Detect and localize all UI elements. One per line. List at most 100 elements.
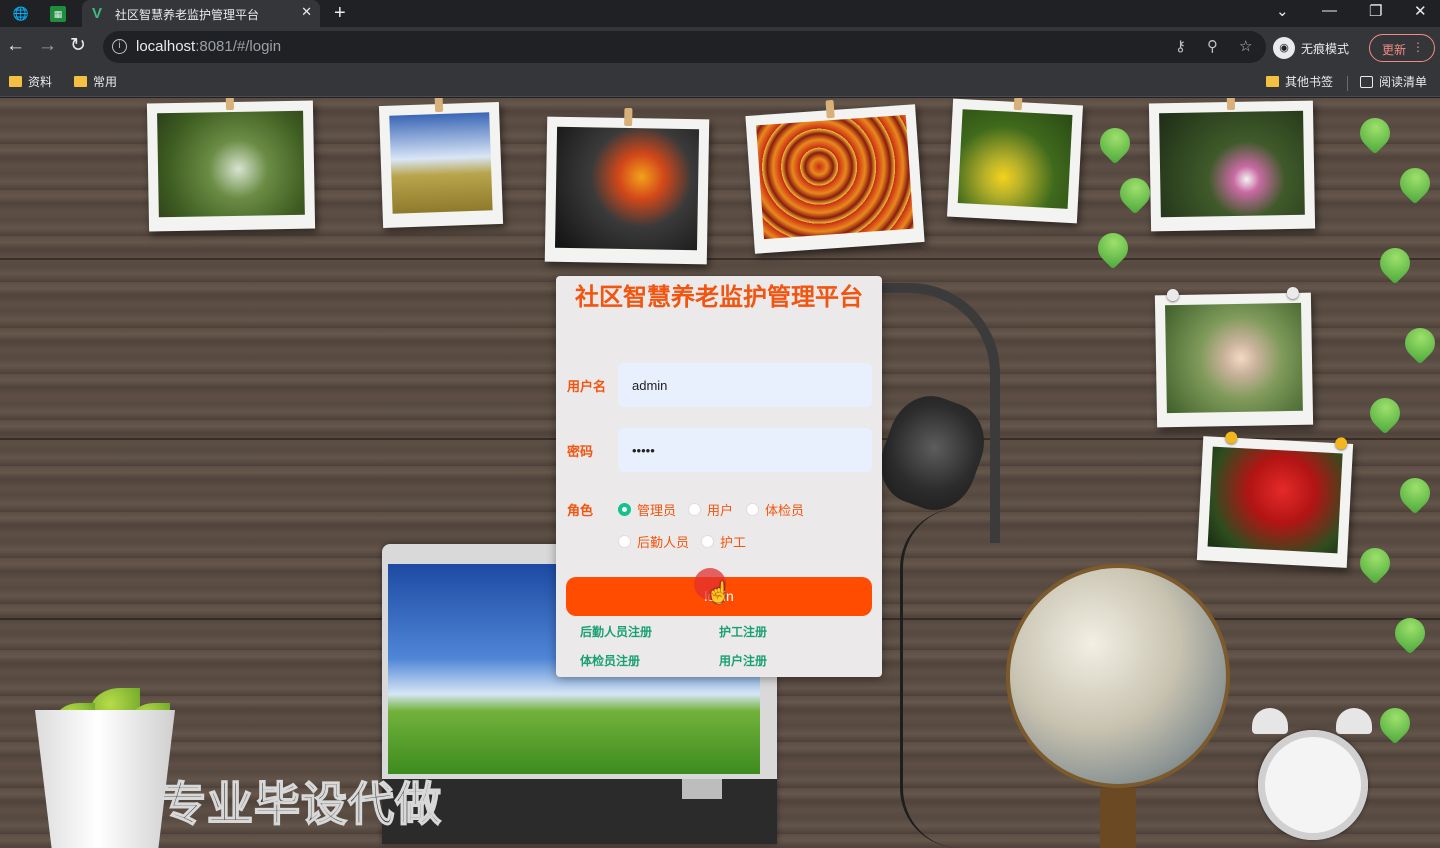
bookmark-folder[interactable]: 常用: [74, 73, 117, 90]
role-option-label: 管理员: [637, 504, 677, 519]
vine-leaf: [1373, 701, 1417, 745]
browser-globe-icon[interactable]: 🌐: [11, 4, 31, 24]
photo-autumn-leaves: [745, 99, 925, 254]
password-label: 密码: [567, 445, 594, 460]
clock-face: [1258, 730, 1368, 840]
role-radio-caregiver[interactable]: 护工: [701, 532, 746, 551]
password-key-icon[interactable]: ⚷: [1175, 37, 1186, 55]
role-radio-admin[interactable]: 管理员: [618, 500, 676, 519]
photo-pin: [1166, 288, 1179, 302]
user-register-link[interactable]: 用户注册: [719, 652, 767, 669]
tab-title: 社区智慧养老监护管理平台: [115, 8, 260, 22]
login-title: 社区智慧养老监护管理平台: [575, 283, 863, 311]
photo-child: [1154, 286, 1314, 428]
alarm-clock: [1252, 708, 1372, 848]
globe: [1010, 568, 1226, 784]
vine-leaf: [1353, 541, 1397, 585]
photo-clip: [624, 107, 633, 127]
role-label: 角色: [567, 504, 594, 519]
active-tab[interactable]: V 社区智慧养老监护管理平台 ✕: [82, 0, 320, 27]
browser-tab-strip: 🌐 ▦ V 社区智慧养老监护管理平台 ✕ + ⌄ — ❐ ✕: [0, 0, 1440, 27]
vine-leaf: [1091, 226, 1135, 270]
radio-dot[interactable]: [618, 503, 631, 516]
role-option-label: 后勤人员: [637, 536, 690, 551]
forward-icon[interactable]: →: [38, 36, 57, 56]
password-input[interactable]: [618, 428, 872, 472]
menu-dots-icon[interactable]: ⋮: [1412, 40, 1424, 54]
bookmark-star-icon[interactable]: ☆: [1239, 37, 1252, 55]
window-close-icon[interactable]: ✕: [1414, 2, 1427, 20]
back-icon[interactable]: ←: [6, 36, 25, 56]
photo-pin: [1286, 286, 1299, 300]
radio-dot[interactable]: [618, 535, 631, 548]
photo-wheat-field: [378, 98, 504, 229]
radio-dot[interactable]: [688, 503, 701, 516]
photo-image: [1165, 302, 1303, 414]
caregiver-register-link[interactable]: 护工注册: [719, 623, 767, 640]
folder-icon: [9, 76, 22, 87]
browser-toolbar: ← → ↻ i localhost:8081/#/login ⚷ ⚲ ☆ ◉ 无…: [0, 27, 1440, 67]
site-info-icon[interactable]: i: [112, 39, 127, 54]
url-path: :8081/#/login: [195, 38, 282, 55]
bookmark-label: 资料: [28, 75, 53, 89]
photo-yellow-flowers: [947, 98, 1083, 224]
plant-pot: [35, 710, 175, 848]
vine-leaf: [1093, 121, 1137, 165]
photo-pin: [1225, 431, 1238, 444]
sheet-tab-icon[interactable]: ▦: [50, 6, 66, 22]
incognito-profile[interactable]: ◉ 无痕模式: [1273, 36, 1349, 60]
bookmark-label: 常用: [93, 75, 118, 89]
zoom-icon[interactable]: ⚲: [1207, 37, 1218, 55]
photo-image: [1159, 110, 1305, 218]
radio-dot[interactable]: [701, 535, 714, 548]
photo-image: [389, 112, 493, 214]
bookmark-folder[interactable]: 资料: [9, 73, 52, 90]
url-text[interactable]: localhost:8081/#/login: [136, 38, 281, 55]
restore-icon[interactable]: ❐: [1369, 2, 1382, 20]
photo-image: [756, 114, 914, 240]
vine-leaf: [1363, 391, 1407, 435]
role-option-label: 体检员: [765, 504, 805, 519]
vine-leaf: [1373, 241, 1417, 285]
vine-leaf: [1353, 111, 1397, 155]
minimize-icon[interactable]: —: [1322, 2, 1337, 19]
radio-dot[interactable]: [746, 503, 759, 516]
role-radio-user[interactable]: 用户: [688, 500, 733, 519]
reload-icon[interactable]: ↻: [70, 36, 86, 56]
globe-stand: [1100, 788, 1136, 848]
logistics-register-link[interactable]: 后勤人员注册: [580, 623, 652, 640]
update-button[interactable]: 更新 ⋮: [1369, 34, 1435, 62]
watermark-text: 专业毕设代做: [159, 776, 442, 832]
login-form: 社区智慧养老监护管理平台 用户名 密码 角色 管理员 用户 体检员 后勤人员: [556, 276, 882, 677]
photo-image: [1207, 446, 1343, 554]
wood-plank-line: [0, 258, 1440, 260]
photo-pin: [1334, 437, 1348, 450]
reading-list[interactable]: 阅读清单: [1360, 73, 1427, 90]
username-input[interactable]: [618, 363, 872, 407]
photo-clip: [825, 99, 835, 119]
username-label: 用户名: [567, 380, 607, 395]
photo-clip: [1013, 98, 1023, 111]
other-bookmarks[interactable]: 其他书签: [1266, 73, 1333, 90]
tab-search-chevron-icon[interactable]: ⌄: [1276, 2, 1289, 20]
tab-close-icon[interactable]: ✕: [301, 4, 312, 20]
address-bar[interactable]: i localhost:8081/#/login ⚷ ⚲ ☆: [103, 31, 1266, 63]
role-option-label: 护工: [720, 536, 747, 551]
headphone-cable: [900, 508, 990, 848]
photo-image: [554, 126, 700, 251]
role-option-label: 用户: [707, 504, 734, 519]
examiner-register-link[interactable]: 体检员注册: [580, 652, 640, 669]
bookmarks-bar: 资料 常用 其他书签 阅读清单: [0, 67, 1440, 97]
role-radio-logistics[interactable]: 后勤人员: [618, 532, 689, 551]
photo-white-flowers: [1148, 98, 1316, 232]
profile-label: 无痕模式: [1301, 41, 1350, 56]
login-button[interactable]: login ☝: [566, 568, 872, 616]
clock-bell: [1336, 708, 1372, 734]
vine-leaf: [1393, 161, 1437, 205]
new-tab-icon[interactable]: +: [334, 2, 346, 25]
photo-image: [157, 110, 305, 218]
bookmark-label: 阅读清单: [1379, 75, 1428, 89]
role-radio-examiner[interactable]: 体检员: [746, 500, 804, 519]
reading-list-icon: [1360, 75, 1373, 88]
folder-icon: [74, 76, 87, 87]
